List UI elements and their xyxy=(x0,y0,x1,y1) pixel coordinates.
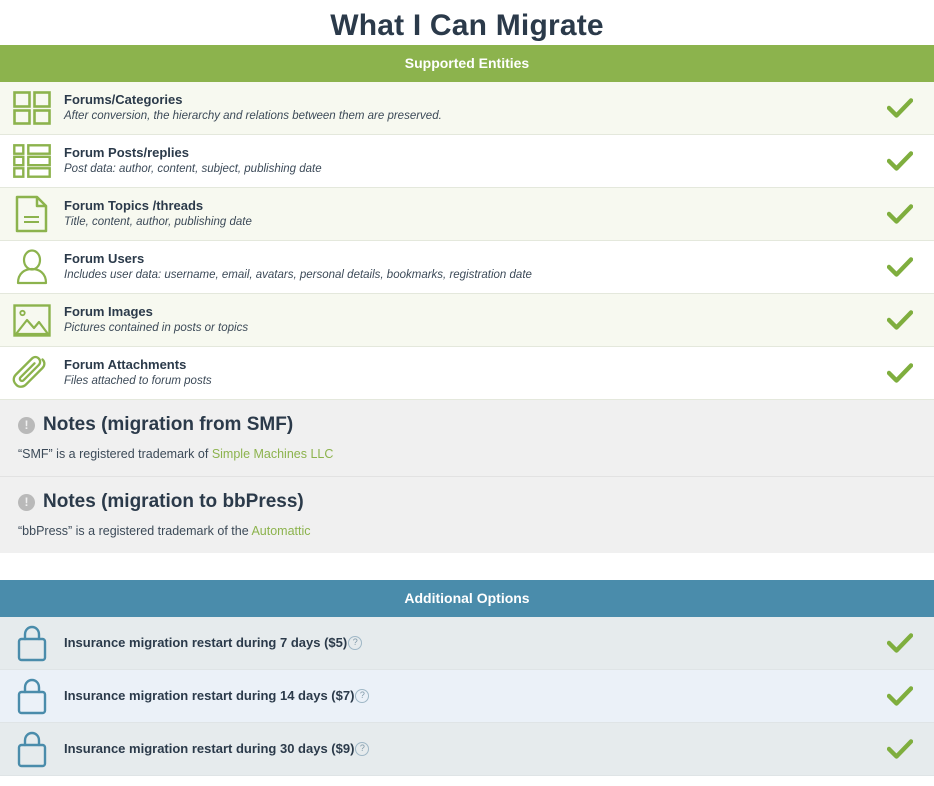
row-text: Forum Attachments Files attached to foru… xyxy=(64,357,866,390)
check-icon xyxy=(866,97,934,119)
table-row: Insurance migration restart during 30 da… xyxy=(0,722,934,776)
table-row: Forum Topics /threads Title, content, au… xyxy=(0,188,934,241)
check-icon xyxy=(866,309,934,331)
paperclip-icon xyxy=(0,353,64,393)
row-text: Forum Posts/replies Post data: author, c… xyxy=(64,145,866,178)
lock-icon xyxy=(0,729,64,769)
table-row: Forum Attachments Files attached to foru… xyxy=(0,347,934,400)
user-icon xyxy=(0,249,64,285)
table-row: Forum Posts/replies Post data: author, c… xyxy=(0,135,934,188)
entity-subtitle: After conversion, the hierarchy and rela… xyxy=(64,109,442,122)
row-text: Insurance migration restart during 14 da… xyxy=(64,688,866,703)
option-title: Insurance migration restart during 14 da… xyxy=(64,688,355,704)
table-row: Forums/Categories After conversion, the … xyxy=(0,82,934,135)
option-title: Insurance migration restart during 30 da… xyxy=(64,741,355,757)
list-rows-icon xyxy=(0,144,64,178)
check-icon xyxy=(866,632,934,654)
option-title-row: Insurance migration restart during 7 day… xyxy=(64,635,846,650)
lock-icon xyxy=(0,676,64,716)
entity-title: Forum Attachments xyxy=(64,356,187,372)
additional-options-list: Insurance migration restart during 7 day… xyxy=(0,616,934,776)
help-icon[interactable]: ? xyxy=(355,741,370,756)
entity-title: Forum Topics /threads xyxy=(64,197,204,213)
notes-section: ! Notes (migration from SMF) “SMF” is a … xyxy=(0,400,934,553)
entity-title: Forum Posts/replies xyxy=(64,144,189,160)
check-icon xyxy=(866,738,934,760)
notes-body-text: “SMF” is a registered trademark of xyxy=(18,446,212,461)
bbpress-trademark-link[interactable]: Automattic xyxy=(251,524,310,538)
row-text: Forum Users Includes user data: username… xyxy=(64,251,866,284)
document-icon xyxy=(0,195,64,233)
image-icon xyxy=(0,303,64,337)
notes-block-smf: ! Notes (migration from SMF) “SMF” is a … xyxy=(0,400,934,477)
row-text: Insurance migration restart during 30 da… xyxy=(64,741,866,756)
entity-subtitle: Post data: author, content, subject, pub… xyxy=(64,162,322,175)
check-icon xyxy=(866,362,934,384)
notes-body: “bbPress” is a registered trademark of t… xyxy=(0,524,934,539)
option-title: Insurance migration restart during 7 day… xyxy=(64,635,348,651)
help-icon[interactable]: ? xyxy=(348,635,363,650)
table-row: Insurance migration restart during 14 da… xyxy=(0,669,934,723)
option-title-row: Insurance migration restart during 14 da… xyxy=(64,688,846,703)
lock-icon xyxy=(0,623,64,663)
supported-entities-list: Forums/Categories After conversion, the … xyxy=(0,82,934,400)
entity-title: Forum Images xyxy=(64,303,153,319)
info-icon: ! xyxy=(18,493,35,511)
notes-heading-row: ! Notes (migration to bbPress) xyxy=(0,490,934,513)
entity-subtitle: Pictures contained in posts or topics xyxy=(64,321,249,334)
notes-body-text: “bbPress” is a registered trademark of t… xyxy=(18,523,252,538)
table-row: Forum Users Includes user data: username… xyxy=(0,241,934,294)
notes-heading-row: ! Notes (migration from SMF) xyxy=(0,414,934,436)
section-gap xyxy=(0,552,934,580)
table-row: Forum Images Pictures contained in posts… xyxy=(0,294,934,347)
page-title: What I Can Migrate xyxy=(330,9,604,42)
row-text: Forums/Categories After conversion, the … xyxy=(64,92,866,125)
check-icon xyxy=(866,256,934,278)
check-icon xyxy=(866,150,934,172)
entity-title: Forum Users xyxy=(64,250,145,266)
check-icon xyxy=(866,203,934,225)
check-icon xyxy=(866,685,934,707)
entity-title: Forums/Categories xyxy=(64,91,183,107)
help-icon[interactable]: ? xyxy=(355,688,370,703)
notes-block-bbpress: ! Notes (migration to bbPress) “bbPress”… xyxy=(0,477,934,553)
info-icon: ! xyxy=(18,416,35,434)
entity-subtitle: Files attached to forum posts xyxy=(64,374,212,387)
entity-subtitle: Title, content, author, publishing date xyxy=(64,215,252,228)
notes-heading: Notes (migration to bbPress) xyxy=(43,490,304,512)
smf-trademark-link[interactable]: Simple Machines LLC xyxy=(212,447,334,461)
row-text: Forum Images Pictures contained in posts… xyxy=(64,304,866,337)
grid-squares-icon xyxy=(0,91,64,125)
additional-options-header: Additional Options xyxy=(0,579,934,617)
notes-heading: Notes (migration from SMF) xyxy=(43,414,294,435)
row-text: Forum Topics /threads Title, content, au… xyxy=(64,198,866,231)
option-title-row: Insurance migration restart during 30 da… xyxy=(64,741,846,756)
supported-entities-header: Supported Entities xyxy=(0,45,934,82)
row-text: Insurance migration restart during 7 day… xyxy=(64,635,866,650)
table-row: Insurance migration restart during 7 day… xyxy=(0,616,934,670)
notes-body: “SMF” is a registered trademark of Simpl… xyxy=(0,447,934,462)
entity-subtitle: Includes user data: username, email, ava… xyxy=(64,268,532,281)
